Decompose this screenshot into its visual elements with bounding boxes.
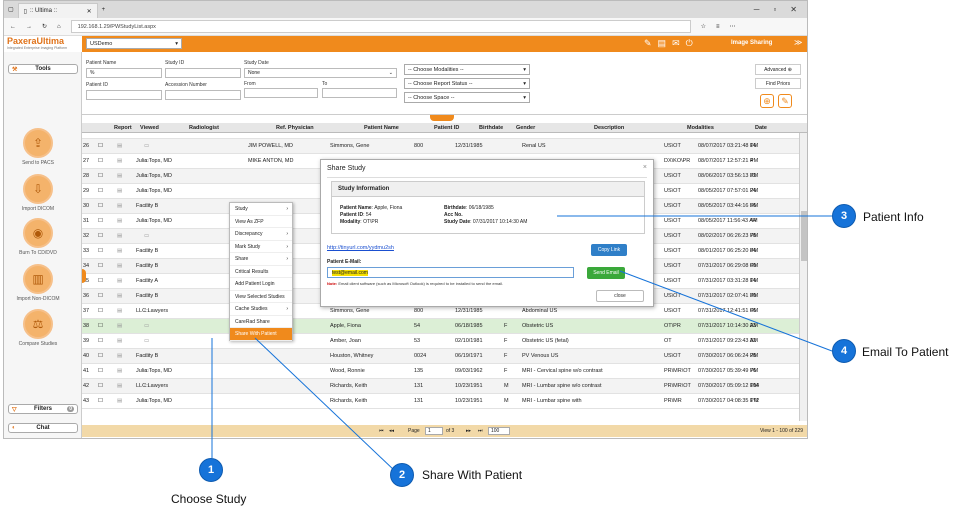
callout-badge-3: 3 bbox=[832, 204, 856, 228]
callout-badge-4: 4 bbox=[832, 339, 856, 363]
callout-text-4: Email To Patient bbox=[862, 345, 949, 359]
callout-text-1: Choose Study bbox=[171, 492, 247, 506]
callout-badge-2: 2 bbox=[390, 463, 414, 487]
callout-lines bbox=[211, 215, 833, 472]
callout-text-3: Patient Info bbox=[863, 210, 924, 224]
callout-text-2: Share With Patient bbox=[422, 468, 523, 482]
callout-badge-1: 1 bbox=[199, 458, 223, 482]
